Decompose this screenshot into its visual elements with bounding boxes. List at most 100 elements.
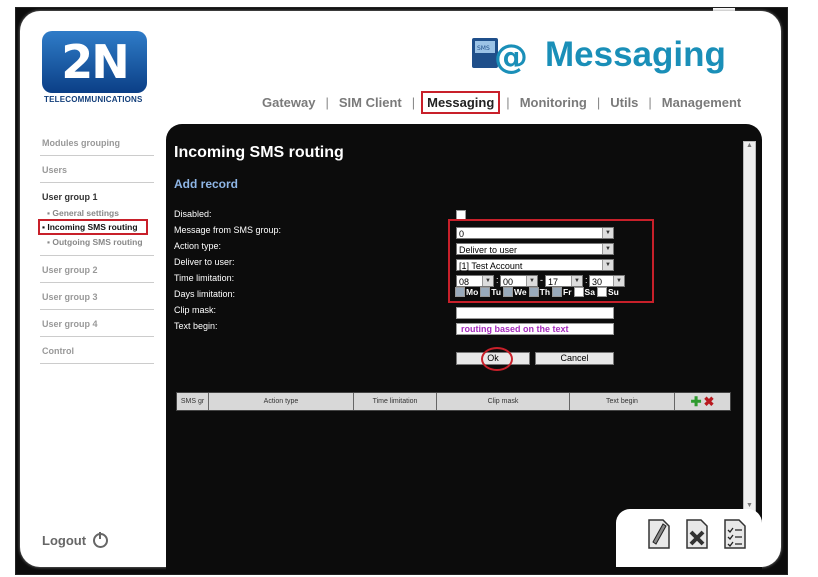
action-type-value: Deliver to user xyxy=(459,245,518,255)
main-panel: ▲ ▼ Incoming SMS routing Add record Disa… xyxy=(166,124,762,570)
day-label: Fr xyxy=(563,287,572,297)
deliver-to-select[interactable]: [1] Test Account ▼ xyxy=(456,259,614,271)
checkbox-icon xyxy=(596,287,607,297)
label-deliver-to: Deliver to user: xyxy=(174,257,235,267)
day-saturday[interactable]: Sa xyxy=(573,287,595,297)
day-monday[interactable]: Mo xyxy=(455,287,478,297)
nav-utils[interactable]: Utils xyxy=(606,93,642,112)
day-wednesday[interactable]: We xyxy=(503,287,527,297)
page-title: Incoming SMS routing xyxy=(174,144,344,161)
label-clip-mask: Clip mask: xyxy=(174,305,217,315)
table-actions: ✚ ✖ xyxy=(675,393,730,410)
chevron-down-icon: ▼ xyxy=(602,260,613,270)
day-tuesday[interactable]: Tu xyxy=(480,287,501,297)
checkbox-icon xyxy=(573,287,584,297)
sidebar-item-modules-grouping[interactable]: Modules grouping xyxy=(40,129,154,156)
edit-document-icon[interactable] xyxy=(647,516,671,550)
column-action-type[interactable]: Action type xyxy=(209,393,354,410)
checkbox-checked-icon xyxy=(455,287,465,297)
sidebar-item-users[interactable]: Users xyxy=(40,156,154,183)
section-title: Add record xyxy=(174,177,239,191)
app-title: Messaging xyxy=(545,35,726,74)
svg-text:SMS: SMS xyxy=(477,45,490,52)
column-clip-mask[interactable]: Clip mask xyxy=(437,393,570,410)
chevron-down-icon: ▼ xyxy=(482,276,493,286)
column-sms-group[interactable]: SMS gr xyxy=(177,393,209,410)
sidebar-item-label: Outgoing SMS routing xyxy=(52,237,143,247)
nav-separator: | xyxy=(325,95,329,110)
chevron-down-icon: ▼ xyxy=(526,276,537,286)
nav-separator: | xyxy=(506,95,510,110)
nav-monitoring[interactable]: Monitoring xyxy=(516,93,591,112)
add-icon[interactable]: ✚ xyxy=(691,395,702,408)
sidebar-group-1: User group 1 ▪ General settings ▪ Incomi… xyxy=(38,183,154,256)
power-icon xyxy=(93,532,109,548)
text-begin-input[interactable]: routing based on the text xyxy=(456,323,614,335)
column-time-limitation[interactable]: Time limitation xyxy=(354,393,437,410)
logout-button[interactable]: Logout xyxy=(42,532,109,548)
delete-document-icon[interactable] xyxy=(685,516,709,550)
bottom-toolbar-icons xyxy=(647,516,747,550)
logo[interactable]: 2N xyxy=(42,31,147,93)
day-friday[interactable]: Fr xyxy=(552,287,572,297)
chevron-down-icon: ▼ xyxy=(613,276,624,286)
label-text-begin: Text begin: xyxy=(174,321,218,331)
time-separator: : xyxy=(496,275,499,285)
delete-icon[interactable]: ✖ xyxy=(704,395,715,408)
checkbox-checked-icon xyxy=(552,287,563,297)
day-thursday[interactable]: Th xyxy=(528,287,551,297)
nav-management[interactable]: Management xyxy=(658,93,745,112)
sms-group-select[interactable]: 0 ▼ xyxy=(456,227,614,239)
sms-group-value: 0 xyxy=(459,229,465,239)
label-disabled: Disabled: xyxy=(174,209,212,219)
time-range-separator: - xyxy=(540,275,543,285)
chevron-down-icon: ▼ xyxy=(602,228,613,238)
label-days-limitation: Days limitation: xyxy=(174,289,236,299)
day-label: Th xyxy=(539,287,551,297)
top-navigation: Gateway | SIM Client | Messaging | Monit… xyxy=(258,91,745,114)
nav-sim-client[interactable]: SIM Client xyxy=(335,93,406,112)
sidebar: Modules grouping Users User group 1 ▪ Ge… xyxy=(38,129,154,364)
sidebar-item-control[interactable]: Control xyxy=(40,337,154,364)
label-sms-group: Message from SMS group: xyxy=(174,225,282,235)
checkbox-checked-icon xyxy=(503,287,514,297)
days-checkboxes: Mo Tu We Th Fr Sa Su xyxy=(455,287,619,297)
scroll-up-icon[interactable]: ▲ xyxy=(745,142,754,152)
clip-mask-input[interactable] xyxy=(456,307,614,319)
sidebar-item-label: Incoming SMS routing xyxy=(47,222,138,232)
sidebar-item-outgoing-sms-routing[interactable]: ▪ Outgoing SMS routing xyxy=(42,235,154,248)
action-type-select[interactable]: Deliver to user ▼ xyxy=(456,243,614,255)
time-to-minute-select[interactable]: 30 ▼ xyxy=(589,275,625,287)
day-sunday[interactable]: Su xyxy=(596,287,619,297)
cancel-button[interactable]: Cancel xyxy=(535,352,614,365)
chevron-down-icon: ▼ xyxy=(571,276,582,286)
routing-form: Disabled: Message from SMS group: Action… xyxy=(174,206,281,334)
nav-separator: | xyxy=(596,95,601,110)
sms-at-icon: SMS @ xyxy=(472,37,528,74)
sidebar-item-user-group-1[interactable]: User group 1 xyxy=(42,192,154,202)
sidebar-item-general-settings[interactable]: ▪ General settings xyxy=(42,206,154,219)
sidebar-item-incoming-sms-routing[interactable]: ▪ Incoming SMS routing xyxy=(38,219,148,235)
nav-gateway[interactable]: Gateway xyxy=(258,93,319,112)
svg-text:@: @ xyxy=(494,37,528,74)
scrollbar[interactable]: ▲ ▼ xyxy=(743,141,756,513)
checkbox-checked-icon xyxy=(480,287,491,297)
checklist-document-icon[interactable] xyxy=(723,516,747,550)
routing-table-header: SMS gr Action type Time limitation Clip … xyxy=(176,392,731,411)
time-to-hour-value: 17 xyxy=(548,277,559,287)
deliver-to-value: [1] Test Account xyxy=(459,261,523,271)
sidebar-item-user-group-4[interactable]: User group 4 xyxy=(40,310,154,337)
time-from-minute-select[interactable]: 00 ▼ xyxy=(500,275,538,287)
sidebar-item-user-group-3[interactable]: User group 3 xyxy=(40,283,154,310)
column-text-begin[interactable]: Text begin xyxy=(570,393,675,410)
time-to-hour-select[interactable]: 17 ▼ xyxy=(545,275,583,287)
time-separator: : xyxy=(585,275,588,285)
time-from-hour-select[interactable]: 08 ▼ xyxy=(456,275,494,287)
nav-messaging[interactable]: Messaging xyxy=(421,91,501,114)
day-label: Su xyxy=(607,287,619,297)
day-label: Sa xyxy=(584,287,595,297)
sidebar-item-user-group-2[interactable]: User group 2 xyxy=(40,256,154,283)
logout-label: Logout xyxy=(42,533,87,548)
time-to-minute-value: 30 xyxy=(592,277,603,287)
label-time-limitation: Time limitation: xyxy=(174,273,235,283)
